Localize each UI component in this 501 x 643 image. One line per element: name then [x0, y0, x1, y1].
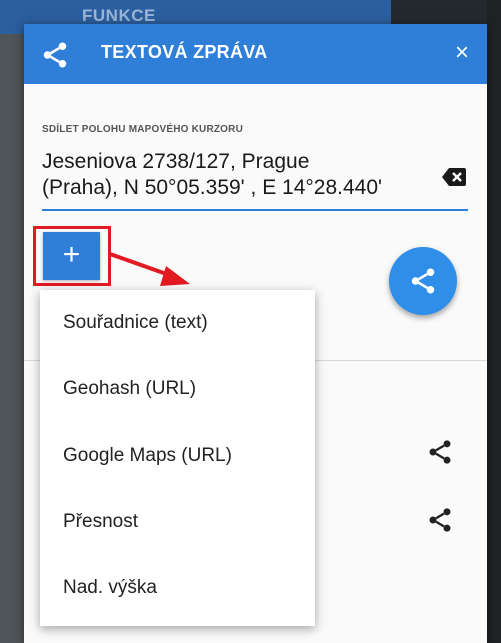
menu-item-accuracy[interactable]: Přesnost: [40, 489, 315, 555]
share-icon[interactable]: [426, 506, 454, 539]
share-icon: [40, 40, 70, 75]
dialog-title: TEXTOVÁ ZPRÁVA: [101, 42, 268, 62]
add-button[interactable]: +: [43, 232, 100, 280]
background-title: FUNKCE: [82, 6, 156, 25]
share-icon[interactable]: [426, 438, 454, 471]
menu-item-coordinates[interactable]: Souřadnice (text): [40, 290, 315, 356]
share-icon: [411, 268, 435, 294]
dialog-header: TEXTOVÁ ZPRÁVA ×: [24, 24, 487, 84]
insert-menu: Souřadnice (text) Geohash (URL) Google M…: [40, 290, 315, 626]
background-right-strip: [487, 0, 501, 643]
location-text-field[interactable]: Jeseniova 2738/127, Prague (Praha), N 50…: [42, 149, 442, 201]
menu-item-altitude[interactable]: Nad. výška: [40, 555, 315, 621]
field-underline: [42, 209, 468, 211]
background-left-strip: [0, 34, 24, 643]
menu-item-google-maps[interactable]: Google Maps (URL): [40, 423, 315, 489]
share-dialog: TEXTOVÁ ZPRÁVA × SDÍLET POLOHU MAPOVÉHO …: [24, 24, 487, 643]
menu-item-geohash[interactable]: Geohash (URL): [40, 356, 315, 422]
backspace-icon[interactable]: [442, 167, 466, 192]
arrow-icon: [109, 252, 190, 286]
close-button[interactable]: ×: [448, 38, 476, 68]
share-fab-button[interactable]: [389, 247, 457, 315]
field-label: SDÍLET POLOHU MAPOVÉHO KURZORU: [42, 124, 244, 135]
